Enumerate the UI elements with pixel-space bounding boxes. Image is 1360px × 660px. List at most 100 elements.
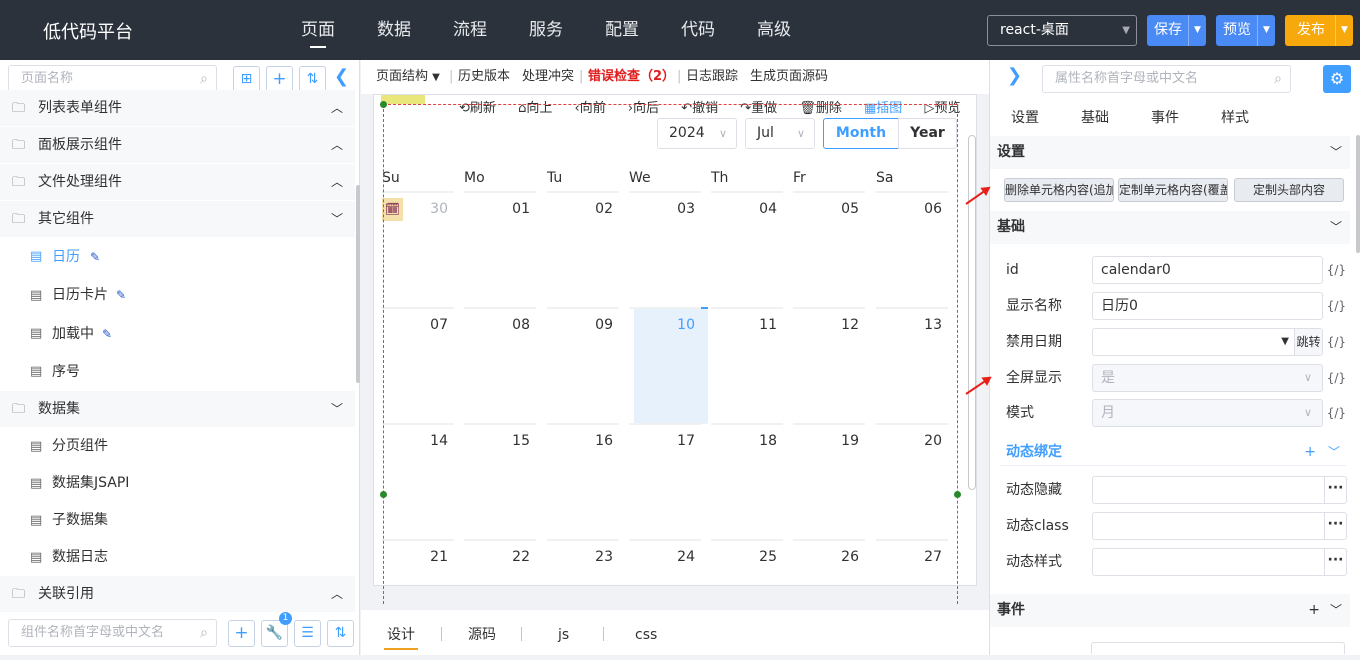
add-page-icon[interactable]: + [266,66,293,93]
section-settings[interactable]: 设置 ﹀ [990,136,1350,169]
resize-handle[interactable] [380,101,387,108]
project-select[interactable]: react-桌面 ▼ [987,15,1137,46]
calendar-canvas[interactable]: ⟲刷新 ⌂向上 ‹向前 ›向后 ↶撤销 ↷重做 🗑删除 ▦插图 ▷预览 2024… [373,94,977,586]
page-structure-dropdown[interactable]: 页面结构 ▼ [376,60,440,95]
nav-flow[interactable]: 流程 [432,0,508,60]
tree-group-reference[interactable]: 🗀 关联引用 ︿ [0,576,355,613]
calendar-day-cell[interactable]: 25 [711,549,777,565]
calendar-day-cell[interactable]: 18 [711,433,777,449]
expand-right-icon[interactable]: ❯ [1007,65,1022,86]
calendar-day-cell[interactable]: 14 [382,433,448,449]
calendar-day-cell[interactable]: 26 [793,549,859,565]
right-scrollbar[interactable] [1356,135,1360,253]
add-folder-icon[interactable]: ⊞ [233,66,260,93]
year-select[interactable]: 2024 ∨ [657,118,737,149]
fx-icon[interactable]: {/} [1327,328,1346,356]
mode-year-button[interactable]: Year [898,118,957,149]
section-basic[interactable]: 基础 ﹀ [990,211,1350,244]
tree-item-serial[interactable]: ▤ 序号 [0,353,355,391]
canvas-scrollbar[interactable] [968,135,976,490]
resize-handle[interactable] [380,491,387,498]
tab-design[interactable]: 设计 [384,610,418,660]
resize-handle[interactable] [954,491,961,498]
dynamic-hidden-input[interactable]: ··· [1092,476,1347,504]
custom-header-button[interactable]: 定制头部内容 [1234,178,1344,202]
tree-item-calendar[interactable]: ▤ 日历 ✎ [0,238,355,276]
edit-pencil-icon[interactable]: ✎ [90,238,100,276]
log-trace-button[interactable]: 日志跟踪 [686,60,738,94]
fx-icon[interactable]: {/} [1327,364,1346,392]
calendar-day-cell[interactable]: 10 [629,317,695,333]
fx-icon[interactable]: {/} [1327,256,1346,284]
tree-item-calendar-card[interactable]: ▤ 日历卡片 ✎ [0,276,355,315]
tab-style[interactable]: 样式 [1221,104,1249,132]
calendar-day-cell[interactable]: 06 [876,201,942,217]
add-icon[interactable]: + [1308,594,1320,627]
tab-settings[interactable]: 设置 [1011,104,1039,132]
publish-dropdown-icon[interactable]: ▼ [1335,15,1353,46]
history-button[interactable]: 历史版本 [458,60,510,94]
property-search-input[interactable]: 属性名称首字母或中文名 ⌕ [1042,65,1291,93]
nav-code[interactable]: 代码 [660,0,736,60]
edit-pencil-icon[interactable]: ✎ [102,315,112,353]
tree-group-dataset[interactable]: 🗀 数据集 ﹀ [0,391,355,428]
mode-select[interactable]: 月 ∨ [1092,399,1323,427]
id-input[interactable]: calendar0 [1092,256,1323,284]
calendar-day-cell[interactable]: 05 [793,201,859,217]
calendar-day-cell[interactable]: 08 [464,317,530,333]
tree-item-data-log[interactable]: ▤ 数据日志 [0,539,355,576]
calendar-day-cell[interactable]: 03 [629,201,695,217]
calendar-day-cell[interactable]: 17 [629,433,695,449]
collapse-left-icon[interactable]: ❮ [334,66,349,87]
event-input[interactable] [1091,642,1345,654]
tab-css[interactable]: css [635,610,657,660]
tab-source[interactable]: 源码 [468,610,496,660]
tree-group-list-form[interactable]: 🗀 列表表单组件 ︿ [0,90,355,127]
tab-basic[interactable]: 基础 [1081,104,1109,132]
calendar-day-cell[interactable]: 22 [464,549,530,565]
calendar-day-cell[interactable]: 07 [382,317,448,333]
calendar-event-icon[interactable]: 🗓 [382,198,403,221]
calendar-day-cell[interactable]: 21 [382,549,448,565]
calendar-day-cell[interactable]: 16 [547,433,613,449]
custom-cell-content-button[interactable]: 定制单元格内容(覆盖) [1118,178,1228,202]
more-icon[interactable]: ··· [1324,549,1346,575]
mode-month-button[interactable]: Month [823,118,899,149]
conflict-button[interactable]: 处理冲突 [522,60,574,94]
tree-item-sub-dataset[interactable]: ▤ 子数据集 [0,502,355,539]
tree-item-pagination[interactable]: ▤ 分页组件 [0,428,355,465]
delete-cell-content-button[interactable]: 删除单元格内容(追加) [1004,178,1114,202]
fullscreen-select[interactable]: 是 ∨ [1092,364,1323,392]
tree-group-file[interactable]: 🗀 文件处理组件 ︿ [0,164,355,201]
display-name-input[interactable]: 日历0 [1092,292,1323,320]
tree-group-other[interactable]: 🗀 其它组件 ﹀ [0,201,355,238]
tree-item-dataset-jsapi[interactable]: ▤ 数据集JSAPI [0,465,355,502]
gear-icon[interactable]: ⚙ [1323,65,1351,93]
add-component-icon[interactable]: + [228,620,255,647]
calendar-day-cell[interactable]: 09 [547,317,613,333]
save-dropdown-icon[interactable]: ▼ [1188,15,1206,46]
dynamic-binding-header[interactable]: 动态绑定 + ﹀ [1000,438,1346,466]
dynamic-style-input[interactable]: ··· [1092,548,1347,576]
list-indent-icon[interactable]: ☰ [294,620,321,647]
publish-button[interactable]: 发布 ▼ [1285,15,1353,46]
nav-page[interactable]: 页面 [280,0,356,60]
add-icon[interactable]: + [1304,438,1316,466]
calendar-day-cell[interactable]: 04 [711,201,777,217]
tab-events[interactable]: 事件 [1151,104,1179,132]
fx-icon[interactable]: {/} [1327,292,1346,320]
preview-dropdown-icon[interactable]: ▼ [1257,15,1275,46]
chevron-down-icon[interactable]: ﹀ [1328,438,1340,466]
calendar-day-cell[interactable]: 23 [547,549,613,565]
component-search-input[interactable]: 组件名称首字母或中文名 ⌕ [8,619,217,647]
calendar-day-cell[interactable]: 12 [793,317,859,333]
error-check-button[interactable]: 错误检查（2） [588,60,675,94]
calendar-day-cell[interactable]: 19 [793,433,859,449]
calendar-day-cell[interactable]: 20 [876,433,942,449]
more-icon[interactable]: ··· [1324,477,1346,503]
nav-service[interactable]: 服务 [508,0,584,60]
disabled-date-input[interactable]: ▼ 跳转 [1092,328,1323,356]
calendar-day-cell[interactable]: 02 [547,201,613,217]
calendar-day-cell[interactable]: 01 [464,201,530,217]
more-icon[interactable]: ··· [1324,513,1346,539]
